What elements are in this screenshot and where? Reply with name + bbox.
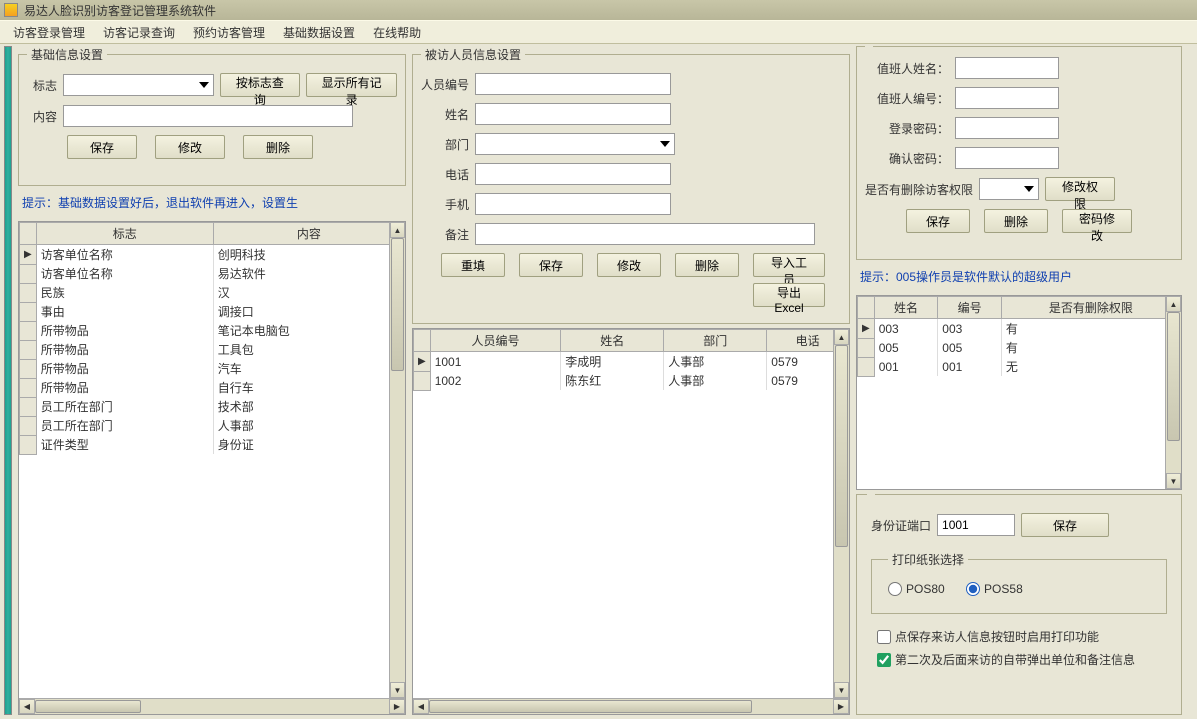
dept-select[interactable] (475, 133, 675, 155)
id-port-input[interactable] (937, 514, 1015, 536)
tel-label: 电话 (421, 166, 469, 183)
table-row[interactable]: 所带物品工具包 (20, 340, 405, 359)
pwd-label: 登录密码： (865, 120, 949, 137)
content-label: 内容 (27, 108, 57, 125)
table-row[interactable]: 事由调接口 (20, 302, 405, 321)
enable-print-checkbox[interactable] (877, 630, 891, 644)
port-save-button[interactable]: 保存 (1021, 513, 1109, 537)
remark-input[interactable] (475, 223, 815, 245)
basic-scrollbar-h[interactable]: ◀▶ (19, 698, 405, 714)
edit-perm-button[interactable]: 修改权限 (1045, 177, 1115, 201)
visitee-legend: 被访人员信息设置 (421, 46, 525, 63)
pwd-input[interactable] (955, 117, 1059, 139)
duty-scrollbar-v[interactable]: ▲▼ (1165, 296, 1181, 489)
settings-fieldset: 身份证端口 保存 打印纸张选择 POS80 POS58 点保存来访人信息按钮时启… (856, 494, 1182, 715)
name-input[interactable] (475, 103, 671, 125)
menu-help[interactable]: 在线帮助 (364, 21, 430, 44)
export-excel-button[interactable]: 导出Excel (753, 283, 825, 307)
basic-info-legend: 基础信息设置 (27, 46, 107, 63)
pos80-radio[interactable]: POS80 (888, 582, 945, 596)
flag-select[interactable] (63, 74, 214, 96)
table-row[interactable]: ▶003003有 (858, 319, 1181, 339)
table-row[interactable]: 证件类型身份证 (20, 435, 405, 454)
duty-fieldset: 值班人姓名： 值班人编号： 登录密码： 确认密码： 是否有删除访客权限 修改权限… (856, 46, 1182, 260)
duty-name-input[interactable] (955, 57, 1059, 79)
visitee-table: 人员编号 姓名 部门 电话 ▶1001李成明人事部05791002陈东红人事部0… (412, 328, 850, 715)
enable-print-check[interactable]: 点保存来访人信息按钮时启用打印功能 (877, 628, 1161, 645)
content-input[interactable] (63, 105, 353, 127)
menu-basic-data[interactable]: 基础数据设置 (274, 21, 364, 44)
table-row[interactable]: 所带物品汽车 (20, 359, 405, 378)
table-row[interactable]: 1002陈东红人事部0579 (414, 371, 849, 390)
del-perm-select[interactable] (979, 178, 1039, 200)
basic-delete-button[interactable]: 删除 (243, 135, 313, 159)
search-by-flag-button[interactable]: 按标志查询 (220, 73, 301, 97)
table-row[interactable]: 001001无 (858, 357, 1181, 376)
title-bar: 易达人脸识别访客登记管理系统软件 (0, 0, 1197, 20)
visitee-scrollbar-h[interactable]: ◀▶ (413, 698, 849, 714)
app-icon (4, 3, 18, 17)
basic-hint: 提示：基础数据设置好后，退出软件再进入，设置生 (22, 194, 406, 211)
paper-fieldset: 打印纸张选择 POS80 POS58 (871, 551, 1167, 614)
menu-visitor-query[interactable]: 访客记录查询 (94, 21, 184, 44)
table-row[interactable]: 员工所在部门人事部 (20, 416, 405, 435)
remark-label: 备注 (421, 226, 469, 243)
menu-bar: 访客登录管理 访客记录查询 预约访客管理 基础数据设置 在线帮助 (0, 20, 1197, 44)
flag-label: 标志 (27, 77, 57, 94)
personnel-no-label: 人员编号 (421, 76, 469, 93)
basic-save-button[interactable]: 保存 (67, 135, 137, 159)
mobile-input[interactable] (475, 193, 671, 215)
del-perm-label: 是否有删除访客权限 (865, 181, 973, 198)
popup-unit-check[interactable]: 第二次及后面来访的自带弹出单位和备注信息 (877, 651, 1161, 668)
dept-label: 部门 (421, 136, 469, 153)
duty-name-label: 值班人姓名： (865, 60, 949, 77)
duty-no-input[interactable] (955, 87, 1059, 109)
visitee-save-button[interactable]: 保存 (519, 253, 583, 277)
basic-info-fieldset: 基础信息设置 标志 按标志查询 显示所有记录 内容 保存 修改 删除 (18, 46, 406, 186)
table-row[interactable]: ▶访客单位名称创明科技 (20, 245, 405, 265)
table-row[interactable]: 所带物品自行车 (20, 378, 405, 397)
basic-scrollbar-v[interactable]: ▲▼ (389, 222, 405, 698)
duty-no-label: 值班人编号： (865, 90, 949, 107)
mobile-label: 手机 (421, 196, 469, 213)
visitee-delete-button[interactable]: 删除 (675, 253, 739, 277)
table-row[interactable]: 民族汉 (20, 283, 405, 302)
left-strip[interactable] (4, 46, 12, 715)
basic-table: 标志内容 ▶访客单位名称创明科技访客单位名称易达软件民族汉事由调接口所带物品笔记… (18, 221, 406, 715)
window-title: 易达人脸识别访客登记管理系统软件 (24, 2, 216, 19)
visitee-edit-button[interactable]: 修改 (597, 253, 661, 277)
paper-legend: 打印纸张选择 (888, 551, 968, 568)
duty-delete-button[interactable]: 删除 (984, 209, 1048, 233)
basic-edit-button[interactable]: 修改 (155, 135, 225, 159)
table-row[interactable]: 所带物品笔记本电脑包 (20, 321, 405, 340)
pwd2-input[interactable] (955, 147, 1059, 169)
table-row[interactable]: 访客单位名称易达软件 (20, 264, 405, 283)
visitee-reset-button[interactable]: 重填 (441, 253, 505, 277)
pwd2-label: 确认密码： (865, 150, 949, 167)
menu-reserve[interactable]: 预约访客管理 (184, 21, 274, 44)
show-all-button[interactable]: 显示所有记录 (306, 73, 397, 97)
duty-save-button[interactable]: 保存 (906, 209, 970, 233)
duty-table: 姓名 编号 是否有删除权限 ▶003003有005005有001001无 ▲▼ (856, 295, 1182, 490)
personnel-no-input[interactable] (475, 73, 671, 95)
table-row[interactable]: 员工所在部门技术部 (20, 397, 405, 416)
popup-unit-checkbox[interactable] (877, 653, 891, 667)
visitee-fieldset: 被访人员信息设置 人员编号 姓名 部门 电话 手机 备注 重填 保存 修改 删除… (412, 46, 850, 324)
pwd-edit-button[interactable]: 密码修改 (1062, 209, 1132, 233)
id-port-label: 身份证端口 (871, 517, 931, 534)
table-row[interactable]: 005005有 (858, 338, 1181, 357)
name-label: 姓名 (421, 106, 469, 123)
table-row[interactable]: ▶1001李成明人事部0579 (414, 352, 849, 372)
import-staff-button[interactable]: 导入工员 (753, 253, 825, 277)
tel-input[interactable] (475, 163, 671, 185)
pos58-radio[interactable]: POS58 (966, 582, 1023, 596)
menu-visitor-login[interactable]: 访客登录管理 (4, 21, 94, 44)
visitee-scrollbar-v[interactable]: ▲▼ (833, 329, 849, 698)
duty-hint: 提示：005操作员是软件默认的超级用户 (860, 268, 1182, 285)
